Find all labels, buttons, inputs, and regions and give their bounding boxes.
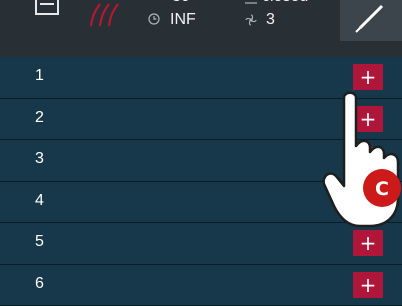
list-item[interactable]: 2 +	[0, 99, 402, 141]
clock-icon	[148, 13, 160, 25]
list-item[interactable]: 1 +	[0, 57, 402, 99]
row-number: 2	[35, 109, 44, 127]
timer-value: INF	[170, 11, 196, 29]
row-number: 4	[35, 192, 44, 210]
tray-icon[interactable]	[34, 0, 60, 20]
vent-icon	[244, 0, 258, 5]
edit-button[interactable]	[340, 0, 402, 41]
list-item[interactable]: 4 +	[0, 182, 402, 224]
list-item[interactable]: 6 +	[0, 265, 402, 306]
list-item[interactable]: 5 +	[0, 223, 402, 265]
add-button[interactable]: +	[353, 106, 383, 132]
temperature-value: 30	[172, 0, 190, 6]
row-number: 6	[35, 275, 44, 293]
top-status-bar: 30 INF closed 3	[0, 0, 402, 57]
pencil-icon	[340, 0, 402, 41]
heating-icon	[88, 2, 126, 30]
add-button[interactable]: +	[353, 189, 383, 215]
row-number: 3	[35, 150, 44, 168]
list-item[interactable]: 3 +	[0, 140, 402, 182]
add-button[interactable]: +	[353, 230, 383, 256]
add-button[interactable]: +	[353, 64, 383, 90]
fan-icon	[245, 14, 257, 26]
row-number: 5	[35, 233, 44, 251]
vent-status-value: closed	[262, 0, 308, 6]
row-number: 1	[35, 67, 44, 85]
fan-level-value: 3	[266, 11, 275, 29]
add-button[interactable]: +	[353, 147, 383, 173]
add-button[interactable]: +	[353, 272, 383, 298]
recipe-list: 1 + 2 + 3 + 4 + 5 + 6 +	[0, 57, 402, 306]
